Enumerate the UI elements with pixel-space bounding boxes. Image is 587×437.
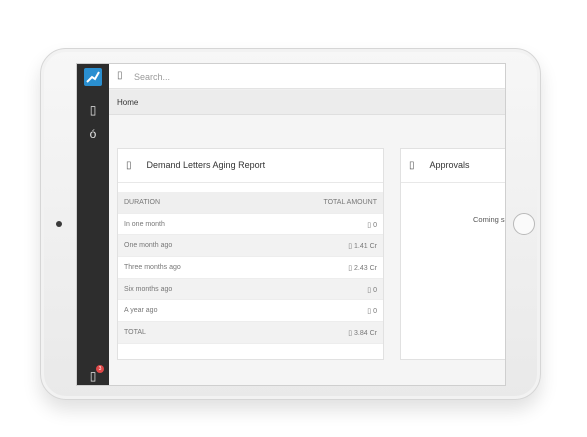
amount-value: 3.84 Cr bbox=[354, 330, 377, 338]
column-header-duration: DURATION bbox=[124, 199, 161, 206]
duration-cell: One month ago bbox=[124, 242, 173, 250]
search-icon: ▯ bbox=[117, 70, 123, 81]
amount-cell: ▯ 3.84 Cr bbox=[348, 330, 377, 338]
amount-value: 0 bbox=[373, 286, 377, 294]
amount-cell: ▯ 1.41 Cr bbox=[348, 243, 377, 251]
amount-cell: ▯ 0 bbox=[367, 308, 377, 316]
logo-chart-icon bbox=[86, 71, 100, 83]
amount-value: 1.41 Cr bbox=[354, 243, 377, 251]
column-header-amount: TOTAL AMOUNT bbox=[323, 199, 377, 206]
duration-cell: TOTAL bbox=[124, 329, 146, 337]
duration-cell: Three months ago bbox=[124, 264, 181, 272]
breadcrumb: Home bbox=[109, 90, 505, 115]
breadcrumb-home[interactable]: Home bbox=[117, 98, 138, 107]
duration-cell: A year ago bbox=[124, 307, 158, 315]
duration-cell: In one month bbox=[124, 220, 165, 228]
table-total-row: TOTAL ▯ 3.84 Cr bbox=[118, 322, 383, 344]
approvals-card: ▯ Approvals Coming so bbox=[400, 148, 506, 360]
card-header: ▯ Approvals bbox=[401, 149, 505, 183]
aging-table: DURATION TOTAL AMOUNT In one month ▯ 0 O… bbox=[118, 192, 383, 344]
approvals-icon: ▯ bbox=[409, 160, 415, 171]
search-bar: ▯ bbox=[109, 64, 505, 89]
amount-value: 0 bbox=[373, 221, 377, 229]
notifications-icon[interactable]: ▯ bbox=[77, 369, 109, 383]
dashboard-content: ▯ Demand Letters Aging Report DURATION T… bbox=[109, 115, 506, 385]
notification-badge: 3 bbox=[96, 365, 104, 373]
user-icon[interactable]: ó bbox=[77, 127, 109, 141]
card-title: Demand Letters Aging Report bbox=[146, 160, 266, 170]
amount-cell: ▯ 0 bbox=[367, 286, 377, 294]
amount-value: 0 bbox=[373, 308, 377, 316]
table-header-row: DURATION TOTAL AMOUNT bbox=[118, 192, 383, 214]
demand-letters-card: ▯ Demand Letters Aging Report DURATION T… bbox=[117, 148, 384, 360]
table-row: A year ago ▯ 0 bbox=[118, 300, 383, 323]
amount-cell: ▯ 0 bbox=[367, 221, 377, 229]
report-icon: ▯ bbox=[126, 160, 132, 171]
sidebar: ▯ ó ▯ 3 bbox=[77, 64, 109, 385]
card-header: ▯ Demand Letters Aging Report bbox=[118, 149, 383, 183]
app-screen: ▯ ó ▯ 3 ▯ Home ▯ Demand Letters Aging Re… bbox=[76, 63, 506, 386]
duration-cell: Six months ago bbox=[124, 285, 173, 293]
amount-value: 2.43 Cr bbox=[354, 265, 377, 273]
table-row: Six months ago ▯ 0 bbox=[118, 278, 383, 301]
table-row: Three months ago ▯ 2.43 Cr bbox=[118, 257, 383, 279]
home-button[interactable] bbox=[513, 213, 535, 235]
card-title: Approvals bbox=[429, 160, 470, 170]
menu-icon[interactable]: ▯ bbox=[77, 103, 109, 117]
amount-cell: ▯ 2.43 Cr bbox=[348, 265, 377, 273]
search-input[interactable] bbox=[134, 68, 494, 85]
table-row: One month ago ▯ 1.41 Cr bbox=[118, 235, 383, 258]
table-row: In one month ▯ 0 bbox=[118, 214, 383, 236]
app-logo[interactable] bbox=[84, 68, 102, 86]
coming-soon-text: Coming so bbox=[473, 215, 506, 224]
camera-dot bbox=[56, 221, 62, 227]
